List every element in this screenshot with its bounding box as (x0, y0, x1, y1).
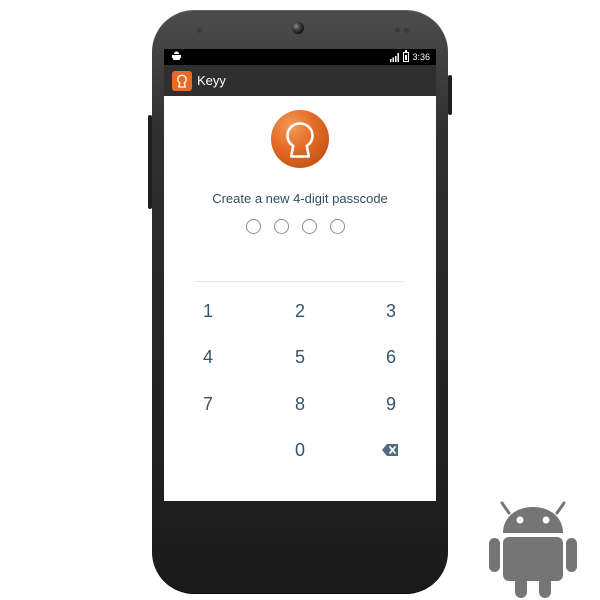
sensor-dot-icon (197, 28, 202, 33)
status-icons: 3:36 (390, 50, 430, 64)
passcode-dot (302, 219, 317, 234)
android-notification-icon (171, 51, 182, 62)
phone-screen: 3:36 Keyy Create a new 4-digit passcode … (164, 49, 436, 501)
passcode-indicator (246, 219, 345, 234)
sensor-dot-icon (404, 28, 409, 33)
keypad-key-7[interactable]: 7 (188, 387, 228, 421)
keypad-key-5[interactable]: 5 (280, 340, 320, 374)
status-bar: 3:36 (164, 49, 436, 65)
keypad-key-1[interactable]: 1 (188, 294, 228, 328)
signal-icon (390, 52, 400, 62)
passcode-dot (330, 219, 345, 234)
passcode-dot (246, 219, 261, 234)
canvas: 3:36 Keyy Create a new 4-digit passcode … (0, 0, 600, 600)
keyhole-logo-icon (271, 110, 329, 168)
keypad-key-9[interactable]: 9 (371, 387, 411, 421)
numeric-keypad: 1 2 3 4 5 6 7 8 9 0 (164, 289, 436, 479)
front-camera-icon (292, 22, 304, 34)
passcode-dot (274, 219, 289, 234)
passcode-setup-screen: Create a new 4-digit passcode 1 2 3 4 5 … (164, 96, 436, 501)
keypad-key-8[interactable]: 8 (280, 387, 320, 421)
app-title: Keyy (197, 73, 226, 88)
phone-power-button (448, 75, 452, 115)
android-icon (487, 499, 579, 599)
backspace-icon (379, 444, 403, 466)
divider (195, 281, 403, 282)
keypad-key-2[interactable]: 2 (280, 294, 320, 328)
sensor-dot-icon (395, 28, 400, 33)
keyhole-app-icon (172, 71, 192, 91)
keypad-key-4[interactable]: 4 (188, 340, 228, 374)
passcode-prompt: Create a new 4-digit passcode (212, 191, 388, 206)
app-bar: Keyy (164, 65, 436, 96)
phone-volume-button (148, 115, 152, 209)
keypad-key-0[interactable]: 0 (280, 433, 320, 467)
keypad-key-6[interactable]: 6 (371, 340, 411, 374)
status-time: 3:36 (412, 51, 430, 62)
keypad-key-3[interactable]: 3 (371, 294, 411, 328)
battery-icon (403, 50, 410, 62)
backspace-button[interactable] (379, 438, 403, 462)
